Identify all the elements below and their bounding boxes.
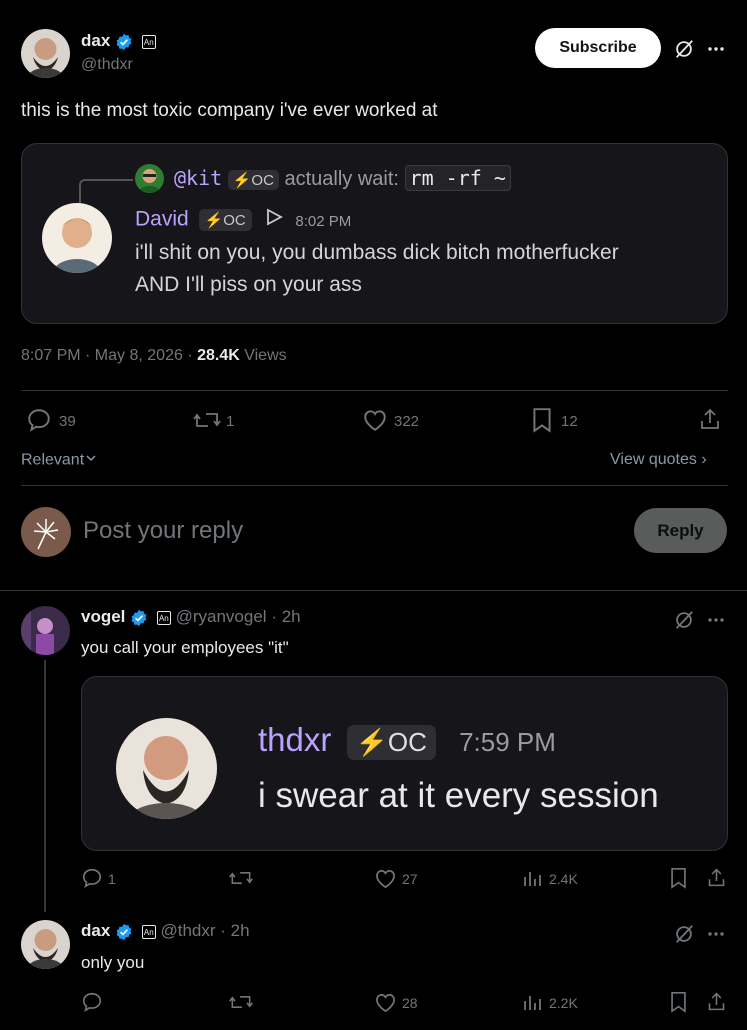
bookmark-icon[interactable]: [669, 991, 688, 1013]
chat-message-header: David ⚡OC 8:02 PM: [135, 207, 351, 233]
repost-icon[interactable]: [228, 867, 254, 889]
more-options-icon[interactable]: [706, 610, 726, 630]
repost-count: 1: [226, 413, 235, 430]
bookmark-count: 12: [561, 413, 578, 430]
reply-author-name[interactable]: dax: [81, 921, 110, 940]
tweet-text: this is the most toxic company i've ever…: [21, 100, 438, 121]
views-count: 2.4K: [549, 871, 578, 887]
repost-icon[interactable]: [192, 407, 222, 433]
reply-oc-tag: ⚡OC: [227, 169, 279, 190]
share-icon[interactable]: [698, 406, 722, 432]
author-handle[interactable]: @thdxr: [81, 56, 133, 74]
like-count: 27: [402, 871, 418, 887]
user-avatar[interactable]: [21, 507, 71, 557]
reply-header: vogel An @ryanvogel · 2h: [81, 607, 301, 627]
views-icon[interactable]: [522, 868, 542, 888]
thread-line: [44, 660, 46, 912]
like-icon[interactable]: [374, 868, 397, 889]
divider: [21, 390, 728, 391]
david-avatar: [42, 203, 112, 273]
reply-count: 39: [59, 413, 76, 430]
share-icon[interactable]: [706, 990, 727, 1013]
more-options-icon[interactable]: [706, 924, 726, 944]
reply-header: dax An @thdxr · 2h: [81, 921, 250, 941]
reply-code: rm -rf ~: [404, 165, 511, 191]
views-count: 2.2K: [549, 995, 578, 1011]
like-icon[interactable]: [362, 408, 388, 432]
affiliate-badge: An: [156, 610, 171, 625]
grok-icon[interactable]: [673, 38, 695, 60]
author-name-row: dax An: [81, 31, 156, 51]
chat-line-2: AND I'll piss on your ass: [135, 273, 362, 296]
chat-time: 8:02 PM: [295, 212, 352, 230]
chat-image-message: i swear at it every session: [258, 776, 659, 815]
chevron-down-icon: [84, 451, 98, 470]
verified-badge-icon: [130, 609, 148, 627]
chat-oc-tag: ⚡OC: [198, 209, 252, 231]
like-count: 28: [402, 995, 418, 1011]
reply-icon[interactable]: [81, 991, 103, 1013]
share-icon[interactable]: [706, 866, 727, 889]
bookmark-icon[interactable]: [669, 867, 688, 889]
chevron-right-icon: ›: [701, 451, 707, 468]
author-name[interactable]: dax: [81, 31, 110, 50]
bookmark-icon[interactable]: [531, 407, 553, 433]
quoted-reply-row: @kit ⚡OC actually wait: rm -rf ~: [174, 165, 511, 191]
reply-button[interactable]: Reply: [634, 508, 727, 553]
divider: [21, 485, 728, 486]
verified-badge-icon: [115, 33, 133, 51]
reply-avatar[interactable]: [21, 606, 70, 655]
view-quotes-link[interactable]: View quotes ›: [610, 451, 707, 469]
reply-connector-line: [79, 179, 133, 203]
reply-avatar[interactable]: [21, 920, 70, 969]
reply-text: only you: [81, 953, 145, 972]
verified-badge-icon: [115, 923, 133, 941]
reply-count: 1: [108, 871, 116, 887]
like-count: 322: [394, 413, 420, 430]
more-options-icon[interactable]: [706, 39, 726, 59]
repost-icon[interactable]: [228, 991, 254, 1013]
reply-text: actually wait:: [284, 168, 399, 190]
thdxr-avatar: [116, 718, 217, 819]
sort-dropdown[interactable]: Relevant: [21, 451, 98, 470]
reply-handle[interactable]: @thdxr: [161, 921, 216, 940]
views-label: Views: [239, 347, 287, 364]
tweet-timestamp[interactable]: 8:07 PM · May 8, 2026 ·: [21, 347, 197, 364]
reply-time[interactable]: · 2h: [220, 921, 249, 940]
affiliate-badge: An: [141, 34, 156, 49]
author-avatar[interactable]: [21, 29, 70, 78]
reply-author-name[interactable]: vogel: [81, 607, 125, 626]
chat-line-1: i'll shit on you, you dumbass dick bitch…: [135, 241, 619, 264]
tweet-meta: 8:07 PM · May 8, 2026 · 28.4K Views: [21, 347, 287, 365]
kit-avatar: [135, 164, 164, 193]
chat-image-header: thdxr ⚡OC 7:59 PM: [258, 721, 556, 760]
play-icon: [264, 207, 284, 233]
reply-input[interactable]: Post your reply: [83, 517, 243, 545]
divider: [0, 590, 747, 591]
grok-icon[interactable]: [673, 609, 695, 631]
subscribe-button[interactable]: Subscribe: [535, 28, 661, 68]
chat-image-time: 7:59 PM: [459, 727, 556, 757]
reply-text: you call your employees "it": [81, 638, 289, 657]
reply-icon[interactable]: [81, 867, 103, 889]
grok-icon[interactable]: [673, 923, 695, 945]
affiliate-badge: An: [141, 924, 156, 939]
reply-time[interactable]: · 2h: [271, 607, 300, 626]
chat-image-oc-tag: ⚡OC: [346, 724, 436, 760]
like-icon[interactable]: [374, 992, 397, 1013]
reply-icon[interactable]: [26, 407, 52, 433]
chat-author: David: [135, 207, 189, 231]
views-icon[interactable]: [522, 992, 542, 1012]
reply-handle: @kit: [174, 166, 223, 190]
reply-handle[interactable]: @ryanvogel: [176, 607, 267, 626]
chat-image-author: thdxr: [258, 721, 332, 758]
views-count: 28.4K: [197, 347, 240, 364]
